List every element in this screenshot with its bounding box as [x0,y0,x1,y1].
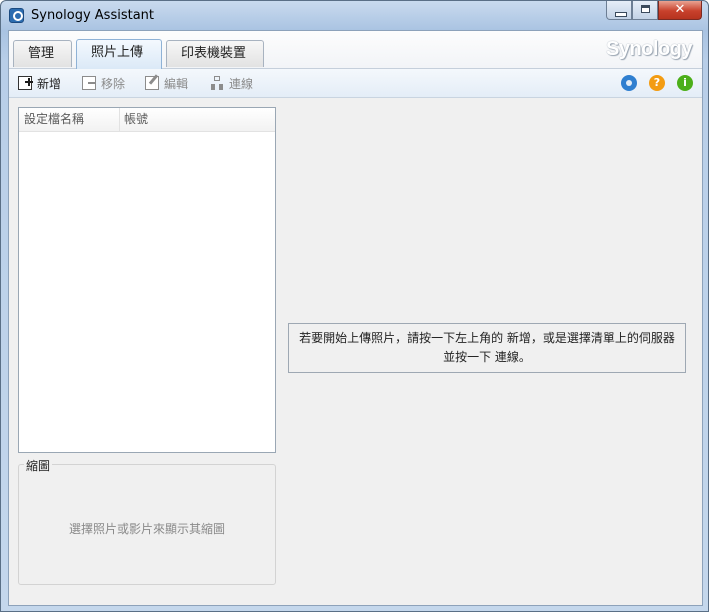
maximize-button[interactable] [632,1,658,20]
instruction-message: 若要開始上傳照片，請按一下左上角的 新增，或是選擇清單上的伺服器並按一下 連線。 [288,323,686,373]
connect-button[interactable]: 連線 [210,75,253,91]
column-header-profile-name[interactable]: 設定檔名稱 [19,108,120,131]
instruction-text: 若要開始上傳照片，請按一下左上角的 新增，或是選擇清單上的伺服器並按一下 連線。 [299,331,675,364]
thumbnail-group: 縮圖 選擇照片或影片來顯示其縮圖 [18,457,276,585]
info-icon[interactable]: i [677,75,693,91]
remove-label: 移除 [101,76,126,91]
list-header: 設定檔名稱 帳號 [19,108,275,132]
tab-bar: 管理 照片上傳 印表機裝置 Synology [9,31,702,69]
edit-button[interactable]: 編輯 [145,75,188,91]
close-button[interactable]: ✕ [658,1,702,20]
client-area: 管理 照片上傳 印表機裝置 Synology 新增 移除 編輯 連線 ? i 設… [8,30,703,606]
edit-label: 編輯 [164,76,189,91]
window-controls: ✕ [606,1,702,21]
help-icon[interactable]: ? [649,75,665,91]
window-title: Synology Assistant [31,8,155,23]
synology-logo: Synology [605,38,693,60]
remove-icon [82,76,96,90]
close-icon: ✕ [674,2,686,17]
app-window: Synology Assistant ✕ 管理 照片上傳 印表機裝置 Synol… [0,0,709,612]
edit-icon [145,76,159,90]
remove-button[interactable]: 移除 [82,75,125,91]
tab-printer-device[interactable]: 印表機裝置 [166,40,264,67]
add-icon [18,76,33,90]
add-button[interactable]: 新增 [18,75,61,91]
connect-label: 連線 [229,76,254,91]
minimize-icon [615,12,627,17]
thumbnail-hint: 選擇照片或影片來顯示其縮圖 [68,522,225,536]
app-logo-icon[interactable] [9,8,24,23]
column-header-account[interactable]: 帳號 [119,108,264,131]
profile-list[interactable]: 設定檔名稱 帳號 [18,107,276,453]
thumbnail-legend: 縮圖 [24,457,53,474]
toolbar: 新增 移除 編輯 連線 ? i [9,69,702,98]
add-label: 新增 [37,76,62,91]
network-icon [210,76,224,90]
minimize-button[interactable] [606,1,632,20]
tab-photo-upload[interactable]: 照片上傳 [76,39,162,69]
tab-manage[interactable]: 管理 [13,40,72,67]
gear-icon[interactable] [621,75,637,91]
maximize-icon [641,5,650,13]
title-bar[interactable]: Synology Assistant ✕ [1,1,708,29]
